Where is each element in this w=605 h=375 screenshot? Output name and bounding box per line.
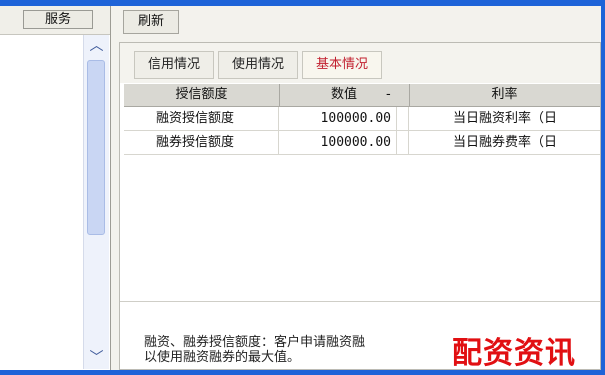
- scroll-thumb[interactable]: [87, 60, 105, 235]
- cell-spacer: [397, 131, 409, 154]
- table-row[interactable]: 融券授信额度 100000.00 当日融券费率（日: [124, 131, 600, 155]
- cell-rate: 当日融资利率（日: [453, 111, 558, 126]
- scroll-up-icon[interactable]: ︿: [84, 35, 109, 57]
- refresh-button[interactable]: 刷新: [123, 10, 179, 34]
- watermark-logo: 配资资讯: [452, 336, 576, 371]
- tab-basic-status[interactable]: 基本情况: [302, 51, 382, 79]
- left-panel-header: 服务: [0, 6, 110, 35]
- left-panel: 服务 ︿ ﹀: [0, 6, 110, 370]
- content-box: 信用情况 使用情况 基本情况 授信额度 数值 - 利率 融资授信额度 10000…: [119, 42, 601, 370]
- cell-rate: 当日融券费率（日: [453, 135, 558, 150]
- table-header: 授信额度 数值 - 利率: [124, 84, 600, 107]
- tab-bar: 信用情况 使用情况 基本情况: [120, 43, 600, 83]
- cell-credit-value: 100000.00: [279, 131, 397, 154]
- cell-credit-value: 100000.00: [279, 107, 397, 130]
- cell-credit-name: 融券授信额度: [124, 131, 279, 154]
- table-row[interactable]: 融资授信额度 100000.00 当日融资利率（日: [124, 107, 600, 131]
- left-panel-scrollbar[interactable]: ︿ ﹀: [83, 35, 109, 369]
- description-divider: [120, 301, 600, 302]
- service-button[interactable]: 服务: [23, 10, 93, 29]
- cell-spacer: [397, 107, 409, 130]
- scroll-down-icon[interactable]: ﹀: [84, 347, 109, 369]
- sort-indicator: -: [386, 87, 391, 102]
- tab-credit-status[interactable]: 信用情况: [134, 51, 214, 79]
- main-panel: 刷新 信用情况 使用情况 基本情况 授信额度 数值 - 利率 融资授信额度 10…: [110, 6, 601, 370]
- column-header-credit-line[interactable]: 授信额度: [124, 84, 280, 106]
- column-header-rate[interactable]: 利率: [409, 84, 600, 106]
- tab-usage-status[interactable]: 使用情况: [218, 51, 298, 79]
- cell-credit-name: 融资授信额度: [124, 107, 279, 130]
- top-toolbar: 刷新: [111, 6, 601, 38]
